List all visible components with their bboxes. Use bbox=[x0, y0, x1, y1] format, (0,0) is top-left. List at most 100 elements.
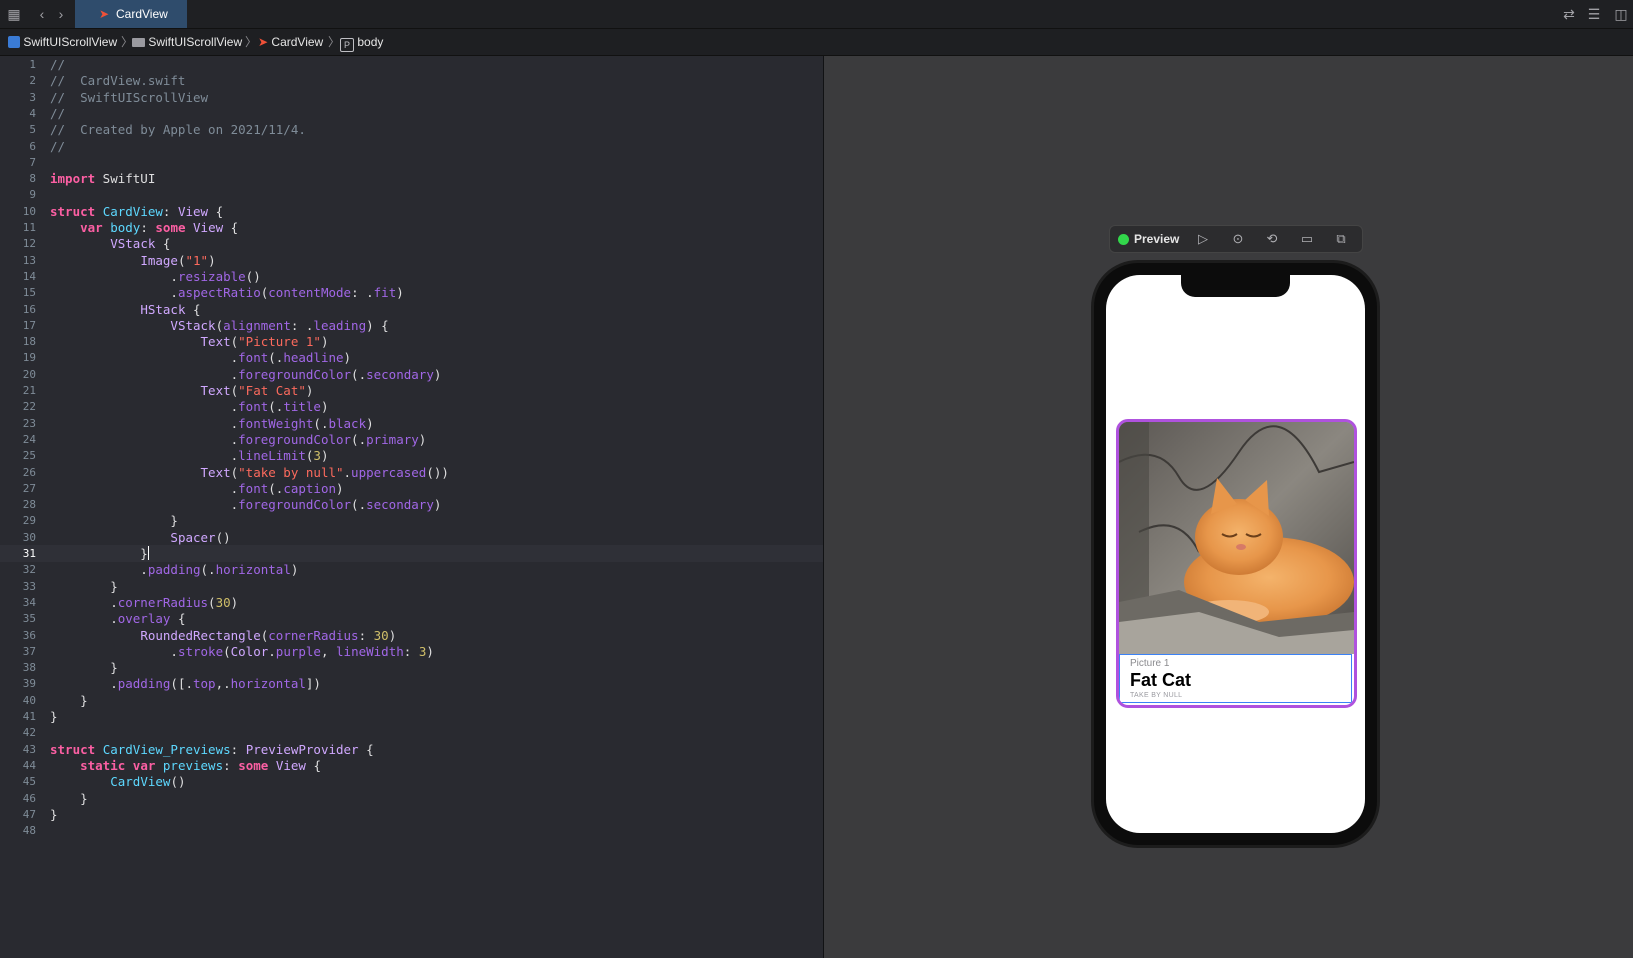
code-line[interactable]: 16 HStack { bbox=[0, 301, 823, 318]
source-editor[interactable]: 1 // 2 // CardView.swift 3 // SwiftUIScrollVi… bbox=[0, 56, 823, 958]
code-line[interactable]: 26 Text("take by null".uppercased()) bbox=[0, 464, 823, 481]
code-line[interactable]: 9 bbox=[0, 186, 823, 203]
editor-options-icon[interactable]: ☰ bbox=[1585, 5, 1603, 23]
code-text: .foregroundColor(.secondary) bbox=[50, 496, 442, 513]
split-editor-icon[interactable]: ◫ bbox=[1612, 5, 1630, 23]
code-line[interactable]: 42 bbox=[0, 724, 823, 741]
back-arrow-icon[interactable]: ‹ bbox=[33, 5, 51, 23]
code-token: foregroundColor bbox=[238, 431, 352, 447]
code-token: resizable bbox=[177, 268, 246, 284]
breadcrumb-file[interactable]: ➤ CardView bbox=[258, 29, 323, 55]
code-token: padding bbox=[117, 676, 171, 692]
breadcrumb-symbol[interactable]: P body bbox=[340, 29, 383, 55]
line-number: 3 bbox=[29, 90, 36, 104]
code-line[interactable]: 29 } bbox=[0, 512, 823, 529]
code-line[interactable]: 7 bbox=[0, 154, 823, 171]
code-line[interactable]: 44 static var previews: some View { bbox=[0, 757, 823, 774]
code-line[interactable]: 8 import SwiftUI bbox=[0, 170, 823, 187]
line-number: 23 bbox=[22, 416, 36, 430]
code-line[interactable]: 10 struct CardView: View { bbox=[0, 203, 823, 220]
code-token: "1" bbox=[185, 252, 209, 268]
code-line[interactable]: 24 .foregroundColor(.primary) bbox=[0, 431, 823, 448]
code-token: 30 bbox=[373, 627, 389, 643]
line-number: 12 bbox=[22, 237, 36, 251]
code-token: // Created by Apple on 2021/11/4. bbox=[50, 122, 306, 138]
selectable-mode-icon[interactable]: ⊙ bbox=[1229, 230, 1247, 248]
code-line[interactable]: 2 // CardView.swift bbox=[0, 72, 823, 89]
line-number: 19 bbox=[22, 351, 36, 365]
code-line[interactable]: 4 // bbox=[0, 105, 823, 122]
code-token: ) bbox=[305, 383, 314, 398]
code-line[interactable]: 23 .fontWeight(.black) bbox=[0, 415, 823, 432]
code-line[interactable]: 1 // bbox=[0, 56, 823, 73]
code-token: // SwiftUIScrollView bbox=[50, 89, 209, 105]
code-token: 3 bbox=[313, 448, 321, 464]
line-number: 6 bbox=[29, 139, 36, 153]
code-line[interactable]: 11 var body: some View { bbox=[0, 219, 823, 236]
code-line[interactable]: 27 .font(.caption) bbox=[0, 480, 823, 497]
code-line[interactable]: 17 VStack(alignment: .leading) { bbox=[0, 317, 823, 334]
swap-icon[interactable]: ⇄ bbox=[1560, 5, 1578, 23]
code-line[interactable]: 38 } bbox=[0, 659, 823, 676]
code-line[interactable]: 47} bbox=[0, 806, 823, 823]
preview-label[interactable]: Preview bbox=[1134, 226, 1179, 252]
code-line[interactable]: 32 .padding(.horizontal) bbox=[0, 561, 823, 578]
code-token: top bbox=[193, 676, 216, 692]
code-line[interactable]: 45 CardView() bbox=[0, 773, 823, 790]
code-token: ()) bbox=[426, 464, 449, 480]
code-text: .foregroundColor(.secondary) bbox=[50, 366, 442, 383]
code-line[interactable]: 13 Image("1") bbox=[0, 252, 823, 269]
code-token: ) { bbox=[366, 317, 389, 333]
code-line[interactable]: 19 .font(.headline) bbox=[0, 349, 823, 366]
code-line[interactable]: 35 .overlay { bbox=[0, 610, 823, 627]
breadcrumb-project[interactable]: SwiftUIScrollView bbox=[8, 29, 117, 55]
code-line[interactable]: 5 // Created by Apple on 2021/11/4. bbox=[0, 121, 823, 138]
code-text: } bbox=[50, 545, 149, 562]
code-line[interactable]: 39 .padding([.top,.horizontal]) bbox=[0, 675, 823, 692]
code-line[interactable]: 28 .foregroundColor(.secondary) bbox=[0, 496, 823, 513]
line-number: 11 bbox=[22, 221, 36, 234]
code-line[interactable]: 41} bbox=[0, 708, 823, 725]
code-token: Text bbox=[200, 334, 231, 350]
live-preview-icon[interactable]: ▷ bbox=[1194, 230, 1212, 248]
code-line[interactable]: 30 Spacer() bbox=[0, 529, 823, 546]
forward-arrow-icon[interactable]: › bbox=[52, 5, 70, 23]
code-line[interactable]: 46 } bbox=[0, 790, 823, 807]
breadcrumb-file-label: CardView bbox=[271, 35, 324, 49]
code-line[interactable]: 31 } bbox=[0, 545, 823, 562]
code-line[interactable]: 12 VStack { bbox=[0, 235, 823, 252]
code-token: } bbox=[50, 578, 118, 594]
code-line[interactable]: 34 .cornerRadius(30) bbox=[0, 594, 823, 611]
code-line[interactable]: 20 .foregroundColor(.secondary) bbox=[0, 366, 823, 383]
line-number: 34 bbox=[22, 595, 36, 609]
device-settings-icon[interactable]: ▭ bbox=[1298, 230, 1316, 248]
code-line[interactable]: 14 .resizable() bbox=[0, 268, 823, 285]
code-line[interactable]: 33 } bbox=[0, 578, 823, 595]
code-line[interactable]: 3 // SwiftUIScrollView bbox=[0, 89, 823, 106]
code-line[interactable]: 43 struct CardView_Previews: PreviewProvi… bbox=[0, 741, 823, 758]
code-token: : bbox=[403, 643, 419, 659]
code-line[interactable]: 48 bbox=[0, 822, 823, 839]
code-token: fontWeight bbox=[238, 415, 314, 431]
code-line[interactable]: 37 .stroke(Color.purple, lineWidth: 3) bbox=[0, 643, 823, 660]
code-token: "take by null" bbox=[238, 464, 344, 480]
breadcrumb-folder[interactable]: SwiftUIScrollView bbox=[132, 29, 242, 55]
code-line[interactable]: 22 .font(.title) bbox=[0, 398, 823, 415]
duplicate-preview-icon[interactable]: ⧉ bbox=[1332, 230, 1350, 248]
code-line[interactable]: 40 } bbox=[0, 692, 823, 709]
code-line[interactable]: 15 .aspectRatio(contentMode: .fit) bbox=[0, 284, 823, 301]
code-line[interactable]: 21 Text("Fat Cat") bbox=[0, 382, 823, 399]
grid-icon[interactable]: ▦ bbox=[5, 5, 23, 23]
code-token: static bbox=[80, 757, 126, 773]
code-line[interactable]: 36 RoundedRectangle(cornerRadius: 30) bbox=[0, 627, 823, 644]
card-view[interactable]: Picture 1 Fat Cat TAKE BY NULL bbox=[1116, 419, 1357, 708]
iphone-frame: Picture 1 Fat Cat TAKE BY NULL bbox=[1094, 263, 1377, 845]
code-line[interactable]: 18 Text("Picture 1") bbox=[0, 333, 823, 350]
rotate-icon[interactable]: ⟲ bbox=[1263, 230, 1281, 248]
tab-cardview[interactable]: ➤ CardView bbox=[75, 0, 187, 28]
code-line[interactable]: 25 .lineLimit(3) bbox=[0, 447, 823, 464]
code-line[interactable]: 6 // bbox=[0, 138, 823, 155]
